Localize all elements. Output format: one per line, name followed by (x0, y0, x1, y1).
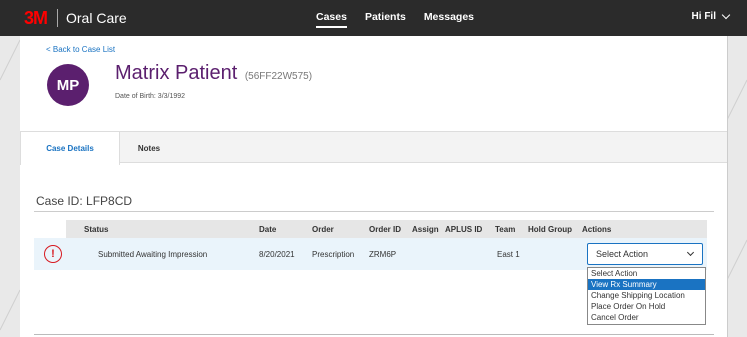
col-assign: Assign (412, 225, 439, 234)
tab-notes[interactable]: Notes (120, 132, 178, 164)
col-team: Team (495, 225, 516, 234)
patient-name-line: Matrix Patient (56FF22W575) (115, 62, 312, 85)
nav-patients[interactable]: Patients (365, 11, 406, 23)
case-id-heading: Case ID: LFP8CD (36, 194, 133, 208)
col-status: Status (84, 225, 109, 234)
tab-bar: Case Details Notes (20, 131, 727, 165)
chevron-down-icon (721, 10, 731, 19)
option-view-rx-summary[interactable]: View Rx Summary (588, 279, 705, 290)
col-actions: Actions (582, 225, 612, 234)
cell-status: Submitted Awaiting Impression (98, 250, 208, 259)
panel-edge (727, 36, 728, 337)
select-action-dropdown[interactable]: Select Action (587, 243, 703, 265)
chevron-down-icon (686, 248, 695, 257)
main-nav: Cases Patients Messages (316, 11, 474, 28)
table-row[interactable]: ! Submitted Awaiting Impression 8/20/202… (34, 238, 707, 270)
avatar: MP (47, 64, 89, 106)
back-to-case-list-link[interactable]: < Back to Case List (46, 45, 115, 54)
table-header: Status Date Order Order ID Assign APLUS … (66, 220, 707, 238)
case-panel: < Back to Case List MP Matrix Patient (5… (20, 36, 727, 337)
patient-id: (56FF22W575) (244, 71, 313, 82)
divider (34, 211, 714, 212)
col-order: Order (312, 225, 334, 234)
option-change-shipping-location[interactable]: Change Shipping Location (588, 290, 705, 301)
cell-team: East 1 (497, 250, 520, 259)
col-hold-group: Hold Group (528, 225, 572, 234)
top-nav-bar: 3M Oral Care Cases Patients Messages Hi … (0, 0, 747, 36)
action-options-list: Select Action View Rx Summary Change Shi… (587, 267, 706, 325)
option-cancel-order[interactable]: Cancel Order (588, 312, 705, 323)
option-place-order-on-hold[interactable]: Place Order On Hold (588, 301, 705, 312)
alert-icon: ! (44, 245, 62, 263)
cell-date: 8/20/2021 (259, 250, 295, 259)
cell-order-id: ZRM6P (369, 250, 397, 259)
option-select-action[interactable]: Select Action (588, 268, 705, 279)
nav-cases[interactable]: Cases (316, 11, 347, 28)
tab-case-details[interactable]: Case Details (20, 132, 120, 165)
date-of-birth: Date of Birth: 3/3/1992 (115, 93, 186, 100)
col-order-id: Order ID (369, 225, 402, 234)
col-date: Date (259, 225, 277, 234)
user-menu[interactable]: Hi Fil (691, 10, 731, 22)
col-aplus-id: APLUS ID (445, 225, 483, 234)
logo-divider (57, 9, 58, 27)
user-greeting: Hi Fil (691, 11, 716, 22)
cell-order: Prescription (312, 250, 355, 259)
app-title: Oral Care (66, 10, 127, 26)
3m-logo[interactable]: 3M (24, 8, 48, 29)
nav-messages[interactable]: Messages (424, 11, 474, 23)
select-action-value: Select Action (596, 249, 649, 259)
patient-name: Matrix Patient (115, 62, 238, 84)
divider (34, 334, 714, 335)
